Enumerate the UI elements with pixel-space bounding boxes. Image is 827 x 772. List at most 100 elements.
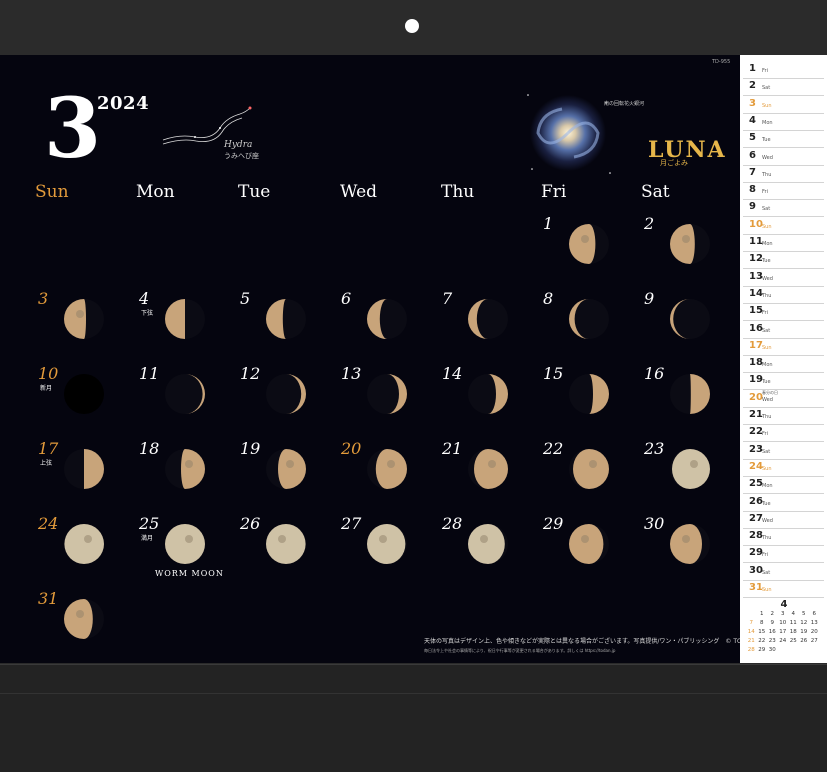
next-month-title: 4 xyxy=(780,599,788,610)
day-cell: 31 xyxy=(30,589,131,663)
day-list-item: 10 Sun xyxy=(743,217,824,235)
hanger-board xyxy=(0,0,827,55)
day-list-weekday: Mon xyxy=(762,241,773,247)
day-number: 4 xyxy=(139,289,150,308)
day-list-item: 24 Sun xyxy=(743,459,824,477)
day-number: 23 xyxy=(644,439,665,458)
weekday-tue: Tue xyxy=(238,182,271,202)
mini-day: 1 xyxy=(760,611,764,617)
day-list-item: 13 Wed xyxy=(743,269,824,287)
day-cell: 15 xyxy=(535,364,636,438)
day-list-sidebar: 1 Fri 2 Sat 3 Sun 4 Mon 5 Tue 6 Wed 7 Thu 8 Fri 9 Sat 10 Su… xyxy=(740,55,827,663)
day-list-weekday: Thu xyxy=(762,414,772,420)
mini-day: 19 xyxy=(800,629,808,635)
day-list-item: 5 Tue xyxy=(743,130,824,149)
day-list-number: 14 xyxy=(749,287,763,299)
day-list-number: 11 xyxy=(749,236,763,247)
day-list-item: 25 Mon xyxy=(743,476,824,495)
mini-day: 29 xyxy=(758,647,766,653)
mini-day xyxy=(778,646,789,655)
day-list-weekday: Sat xyxy=(762,448,771,455)
weekday-sat: Sat xyxy=(641,182,670,202)
day-list-item: 11 Mon xyxy=(743,234,824,252)
day-list-item: 16 Sat xyxy=(743,321,824,339)
day-cell: 14 xyxy=(434,364,535,438)
moon-icon xyxy=(64,374,104,414)
day-cell: 2 xyxy=(636,214,737,288)
day-list-number: 5 xyxy=(749,132,756,144)
day-list-weekday: Wed xyxy=(762,275,773,282)
moon-icon xyxy=(468,299,508,339)
mini-day: 27 xyxy=(810,638,818,644)
day-list-number: 25 xyxy=(749,478,763,490)
day-number: 31 xyxy=(38,589,59,608)
day-cell: 8 xyxy=(535,289,636,363)
day-list-number: 17 xyxy=(749,339,763,351)
day-list-number: 8 xyxy=(749,184,756,196)
day-cell: 20 xyxy=(333,439,434,513)
day-number: 16 xyxy=(644,364,665,383)
moon-phase-label: 下弦 xyxy=(141,310,154,317)
day-list-number: 23 xyxy=(749,443,763,455)
day-number: 5 xyxy=(240,289,251,308)
moon-icon xyxy=(64,524,104,564)
day-list-item: 26 Tue xyxy=(743,494,824,512)
mini-day xyxy=(746,610,757,619)
day-list-weekday: Tue xyxy=(762,258,771,265)
day-list-item: 1 Fri xyxy=(743,61,824,79)
moon-icon xyxy=(569,224,609,264)
mini-day: 3 xyxy=(781,611,785,617)
day-number: 25 xyxy=(139,514,160,533)
day-cell: 24 xyxy=(30,514,131,588)
day-list-number: 22 xyxy=(749,426,763,438)
day-list-item: 30 Sat xyxy=(743,563,824,581)
day-number: 28 xyxy=(442,514,463,533)
day-list-number: 30 xyxy=(749,564,763,576)
moon-icon xyxy=(367,449,407,489)
day-number: 2 xyxy=(644,214,655,233)
day-number: 3 xyxy=(38,289,49,308)
mini-week-row: 123456 xyxy=(746,610,822,619)
moon-icon xyxy=(468,449,508,489)
footnote-small: 毎日法令上や社会の事情等により、祝日や行事等が変更される場合があります。詳しくは… xyxy=(424,648,616,653)
moon-icon xyxy=(670,224,710,264)
day-list-weekday: Fri xyxy=(762,310,768,317)
weekday-thu: Thu xyxy=(441,182,475,202)
moon-icon xyxy=(266,449,306,489)
next-month-calendar: 4 1 2 3 4 5 6 7 8 9 10 11 12 13 14 15 16 17 18 19 20 21 22 23 2… xyxy=(746,599,822,655)
day-cell: 26 xyxy=(232,514,333,588)
day-list-number: 10 xyxy=(749,218,763,230)
moon-icon xyxy=(266,524,306,564)
weekday-mon: Mon xyxy=(136,182,175,202)
full-moon-name: WORM MOON xyxy=(155,569,224,578)
mini-day: 24 xyxy=(779,638,787,644)
day-list-item: 3 Sun xyxy=(743,96,824,114)
day-list-number: 7 xyxy=(749,166,756,178)
mini-day: 26 xyxy=(800,638,808,644)
hanging-hole xyxy=(405,19,419,33)
mini-day: 12 xyxy=(800,620,808,626)
mini-week-row: 28 29 30 xyxy=(746,646,822,655)
mini-day: 20 xyxy=(810,629,818,635)
day-number: 24 xyxy=(38,514,59,533)
moon-phase-label: 満月 xyxy=(141,535,154,542)
day-list-number: 31 xyxy=(749,582,763,593)
mini-day: 10 xyxy=(779,620,787,626)
weekday-wed: Wed xyxy=(340,182,378,202)
day-list-number: 4 xyxy=(749,114,756,126)
day-list-weekday: Fri xyxy=(762,552,768,559)
day-list-item: 12 Tue xyxy=(743,251,824,270)
day-list-item: 6 Wed xyxy=(743,148,824,166)
day-list-weekday: Tue xyxy=(762,379,771,386)
mini-day: 2 xyxy=(770,611,775,617)
day-list-weekday: Sat xyxy=(762,206,771,213)
day-cell: 6 xyxy=(333,289,434,363)
moon-icon xyxy=(468,524,508,564)
day-list-weekday: Wed xyxy=(762,396,773,403)
day-list-number: 19 xyxy=(749,374,763,386)
mini-day: 9 xyxy=(770,620,775,626)
day-number: 10 xyxy=(38,364,59,383)
day-list-number: 6 xyxy=(749,149,756,161)
moon-icon xyxy=(266,374,306,414)
moon-icon xyxy=(670,449,710,489)
